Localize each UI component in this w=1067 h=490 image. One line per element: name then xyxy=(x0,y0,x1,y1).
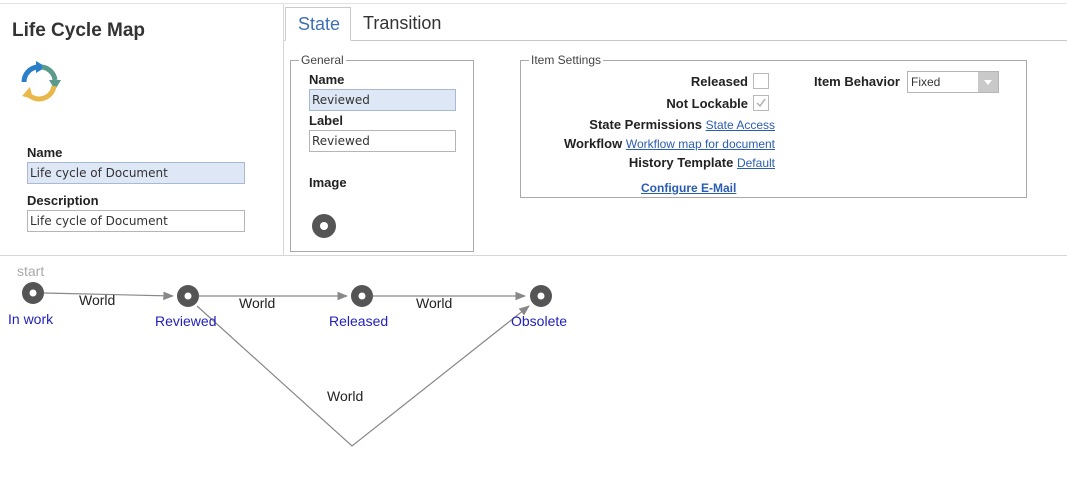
workflow-row: Workflow Workflow map for document xyxy=(564,136,775,151)
item-behavior-select[interactable]: Fixed xyxy=(907,71,999,93)
app-title: Life Cycle Map xyxy=(12,20,146,41)
lifecycle-refresh-icon xyxy=(16,58,62,104)
state-permissions-row: State Permissions State Access xyxy=(589,117,775,132)
lifecycle-name-field[interactable]: Life cycle of Document xyxy=(27,162,245,184)
name-label: Name xyxy=(27,145,63,160)
image-label: Image xyxy=(309,175,347,190)
state-name-field[interactable]: Reviewed xyxy=(309,89,456,111)
panel-divider xyxy=(283,4,284,256)
node-obsolete[interactable] xyxy=(530,285,552,307)
chevron-down-icon[interactable] xyxy=(978,72,998,92)
edge-label-inwork-reviewed: World xyxy=(79,292,116,308)
workflow-label: Workflow xyxy=(563,136,623,151)
node-label-in-work[interactable]: In work xyxy=(8,311,53,327)
top-rule xyxy=(0,3,1067,4)
tab-state[interactable]: State xyxy=(285,7,351,41)
state-label-label: Label xyxy=(309,113,343,128)
state-permissions-label: State Permissions xyxy=(589,117,702,132)
history-template-row: History Template Default xyxy=(629,155,775,170)
node-label-released[interactable]: Released xyxy=(329,313,388,329)
lifecycle-description-field[interactable]: Life cycle of Document xyxy=(27,210,245,232)
workflow-map-link[interactable]: Workflow map for document xyxy=(626,137,775,151)
item-behavior-value: Fixed xyxy=(911,75,941,89)
node-reviewed[interactable] xyxy=(177,285,199,307)
configure-email-link[interactable]: Configure E-Mail xyxy=(641,181,736,195)
edge-label-released-obsolete: World xyxy=(416,295,453,311)
tab-bar-line xyxy=(284,40,1067,41)
node-label-obsolete[interactable]: Obsolete xyxy=(511,313,567,329)
checkmark-icon xyxy=(756,98,766,108)
tab-transition[interactable]: Transition xyxy=(351,7,453,40)
item-behavior-label: Item Behavior xyxy=(814,74,900,89)
not-lockable-label: Not Lockable xyxy=(666,96,748,111)
edge-label-reviewed-obsolete: World xyxy=(327,388,364,404)
not-lockable-checkbox[interactable] xyxy=(753,95,769,111)
state-name-label: Name xyxy=(309,72,345,87)
node-label-reviewed[interactable]: Reviewed xyxy=(155,313,216,329)
released-checkbox[interactable] xyxy=(753,73,769,89)
lifecycle-diagram xyxy=(22,282,552,447)
item-settings-legend: Item Settings xyxy=(531,53,602,67)
state-label-field[interactable]: Reviewed xyxy=(309,130,456,152)
state-image-icon[interactable] xyxy=(311,213,337,239)
node-released[interactable] xyxy=(351,285,373,307)
released-label: Released xyxy=(690,74,748,89)
history-template-label: History Template xyxy=(628,155,734,170)
history-template-link[interactable]: Default xyxy=(737,156,775,170)
description-label: Description xyxy=(27,193,99,208)
general-legend: General xyxy=(301,53,344,67)
state-access-link[interactable]: State Access xyxy=(706,118,775,132)
edge-label-reviewed-released: World xyxy=(239,295,276,311)
node-in-work[interactable] xyxy=(22,282,44,304)
